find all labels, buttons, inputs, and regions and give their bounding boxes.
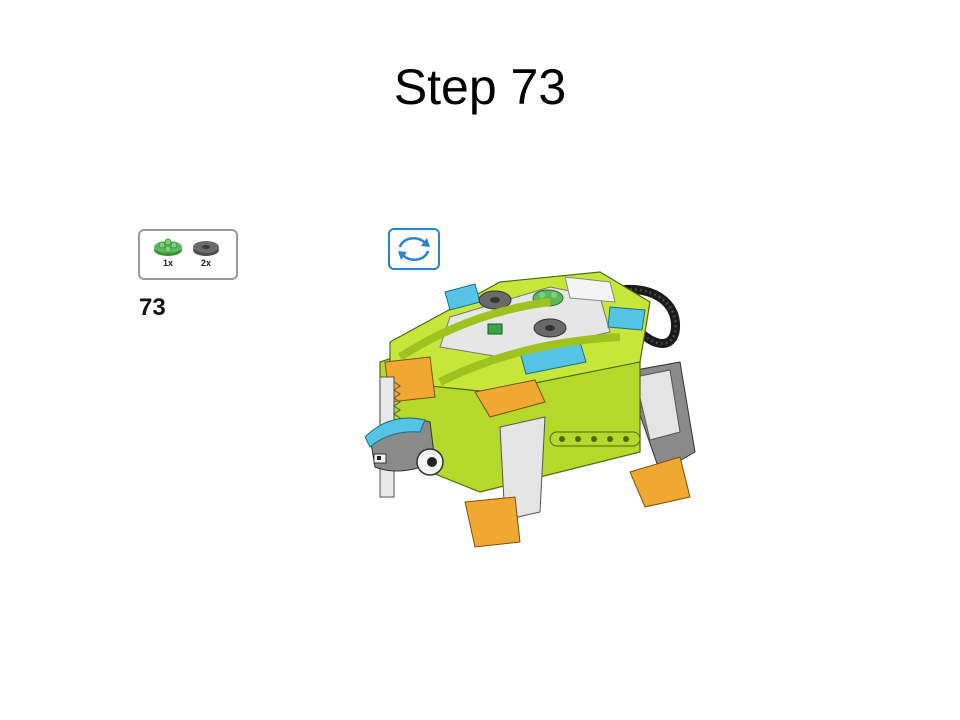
part-green-plate: 1x <box>148 237 188 268</box>
step-number: 73 <box>139 294 166 321</box>
green-round-plate-icon <box>154 238 182 256</box>
part-quantity: 2x <box>200 258 211 268</box>
part-quantity: 1x <box>162 258 173 268</box>
part-gray-tile: 2x <box>186 237 226 268</box>
turtle-model-illustration <box>364 271 696 548</box>
slide-title: Step 73 <box>393 59 567 115</box>
parts-callout: 1x 2x <box>138 229 238 280</box>
gray-round-tile-icon <box>193 241 219 256</box>
